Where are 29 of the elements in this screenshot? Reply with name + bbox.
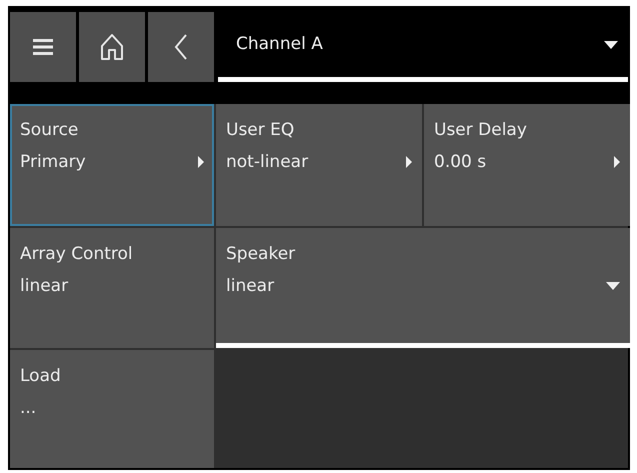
home-icon bbox=[100, 33, 124, 61]
back-icon bbox=[174, 33, 188, 61]
tile-label: Speaker bbox=[226, 243, 296, 266]
tile-value: linear bbox=[226, 275, 274, 298]
arrow-right-icon bbox=[198, 156, 204, 168]
channel-select[interactable]: Channel A bbox=[218, 12, 628, 82]
tile-label: Array Control bbox=[20, 243, 133, 266]
dropdown-caret-icon bbox=[604, 40, 618, 48]
tile-label: User EQ bbox=[226, 119, 294, 142]
tile-value: Primary bbox=[20, 151, 86, 174]
tile-label: Source bbox=[20, 119, 78, 142]
menu-button[interactable] bbox=[10, 12, 76, 82]
tile-label: User Delay bbox=[434, 119, 527, 142]
setting-tile[interactable]: User EQ not-linear bbox=[216, 104, 422, 226]
tile-value: linear bbox=[20, 275, 68, 298]
setting-tile[interactable]: Array Control linear bbox=[10, 228, 214, 348]
tile-label: Load bbox=[20, 365, 61, 388]
tile-value: ... bbox=[20, 397, 36, 420]
home-button[interactable] bbox=[79, 12, 145, 82]
menu-icon bbox=[33, 38, 53, 56]
dropdown-caret-icon bbox=[606, 282, 620, 290]
setting-tile[interactable]: Load ... bbox=[10, 350, 214, 468]
tile-value: 0.00 s bbox=[434, 151, 486, 174]
setting-tile[interactable]: Source Primary bbox=[10, 104, 214, 226]
tile-value: not-linear bbox=[226, 151, 308, 174]
arrow-right-icon bbox=[614, 156, 620, 168]
setting-tile[interactable]: User Delay 0.00 s bbox=[424, 104, 630, 226]
arrow-right-icon bbox=[406, 156, 412, 168]
speaker-dropdown[interactable]: Speaker linear bbox=[216, 228, 630, 348]
